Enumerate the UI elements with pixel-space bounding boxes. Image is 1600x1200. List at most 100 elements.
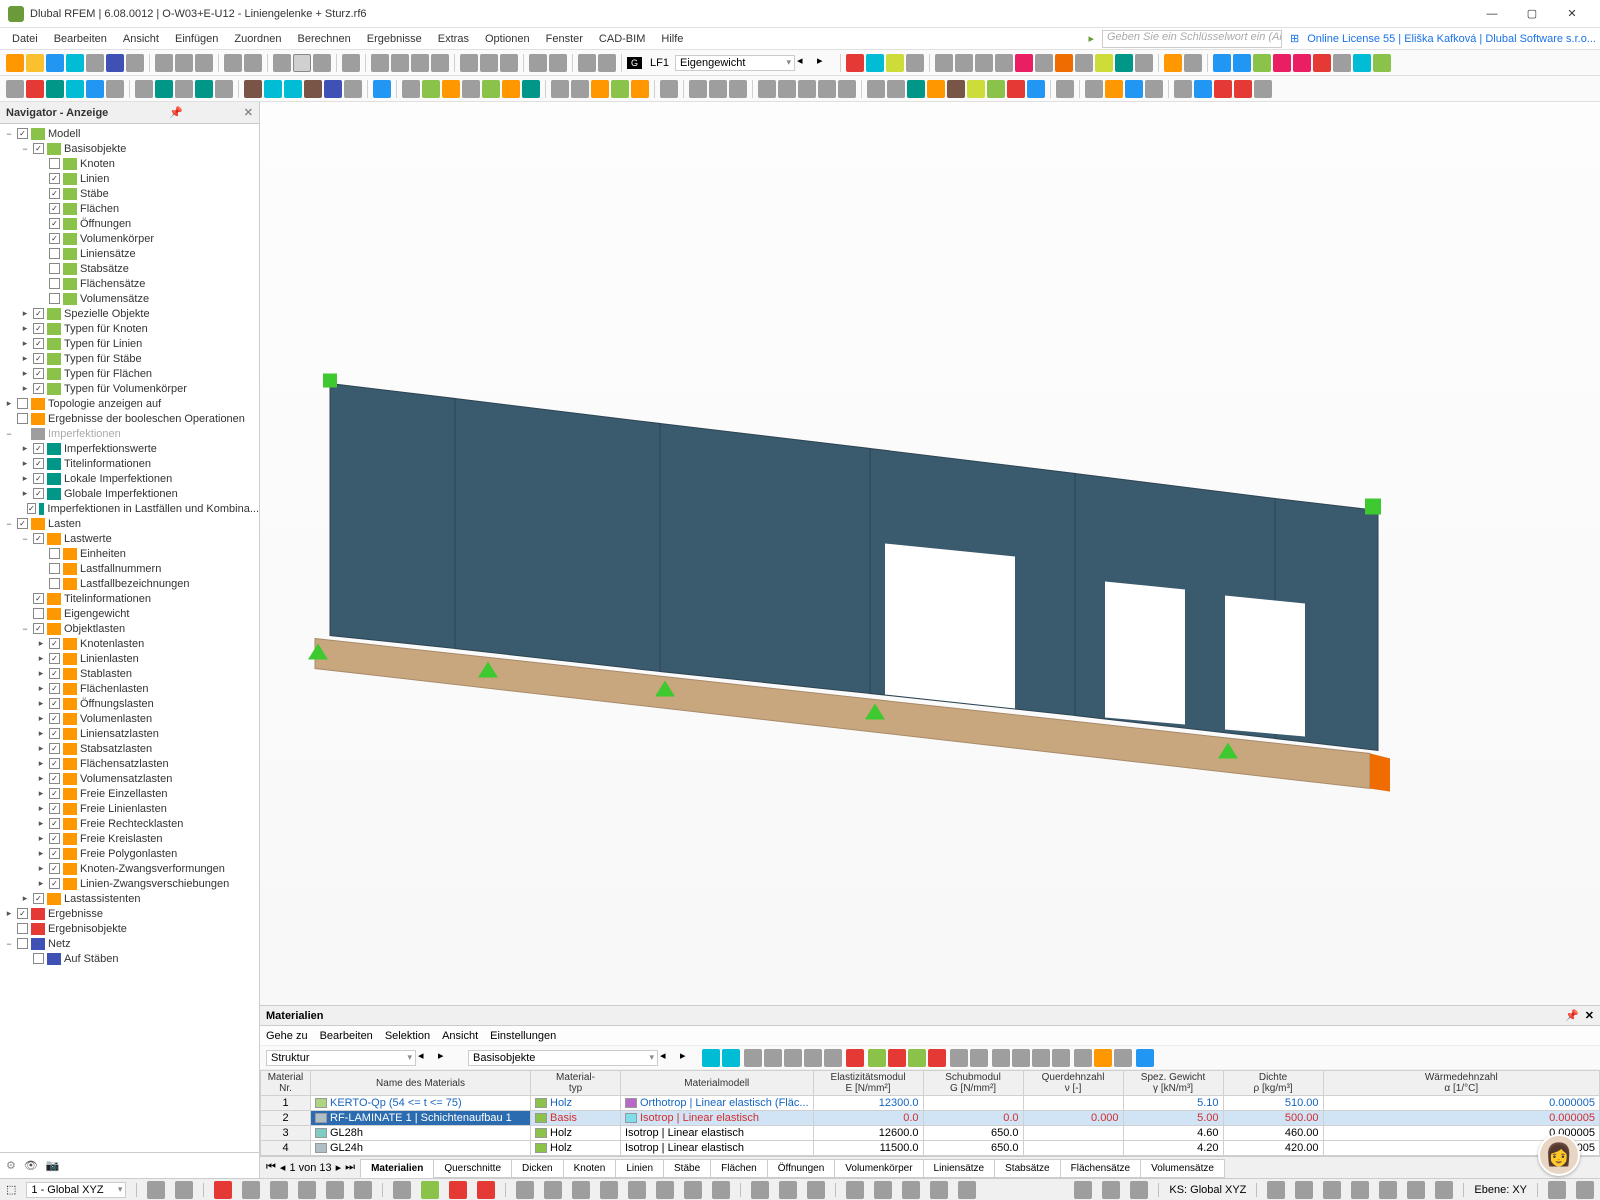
tab-öffnungen[interactable]: Öffnungen bbox=[767, 1159, 836, 1178]
expand-icon[interactable]: ▸ bbox=[20, 473, 30, 484]
t24-icon[interactable] bbox=[1213, 54, 1231, 72]
tree-item[interactable]: ▸ Flächenlasten bbox=[0, 681, 259, 696]
print-icon[interactable] bbox=[126, 54, 144, 72]
navigator-tree[interactable]: − Modell − Basisobjekte Knoten Linien St… bbox=[0, 124, 259, 1152]
s8-icon[interactable] bbox=[155, 80, 173, 98]
s55-icon[interactable] bbox=[1194, 80, 1212, 98]
sb2-icon[interactable] bbox=[175, 1181, 193, 1199]
tab-knoten[interactable]: Knoten bbox=[563, 1159, 617, 1178]
s27-icon[interactable] bbox=[571, 80, 589, 98]
sb15-icon[interactable] bbox=[572, 1181, 590, 1199]
s44-icon[interactable] bbox=[947, 80, 965, 98]
fit-icon[interactable] bbox=[529, 54, 547, 72]
tree-checkbox[interactable] bbox=[49, 668, 60, 679]
sb8-icon[interactable] bbox=[354, 1181, 372, 1199]
material-row[interactable]: 4 GL24h Holz Isotrop | Linear elastisch … bbox=[261, 1141, 1600, 1156]
menu-extras[interactable]: Extras bbox=[430, 33, 477, 45]
panel-close-icon[interactable]: ✕ bbox=[244, 106, 253, 119]
baseobjects-combo[interactable]: Basisobjekte bbox=[468, 1050, 658, 1066]
tree-item[interactable]: ▸ Spezielle Objekte bbox=[0, 306, 259, 321]
render1-icon[interactable] bbox=[460, 54, 478, 72]
fx2-icon[interactable] bbox=[1012, 1049, 1030, 1067]
menu-optionen[interactable]: Optionen bbox=[477, 33, 538, 45]
zoom-icon[interactable] bbox=[549, 54, 567, 72]
s12-icon[interactable] bbox=[244, 80, 262, 98]
sb28-icon[interactable] bbox=[958, 1181, 976, 1199]
mt4-icon[interactable] bbox=[764, 1049, 782, 1067]
axis-icon[interactable] bbox=[342, 54, 360, 72]
tab-flächensätze[interactable]: Flächensätze bbox=[1060, 1159, 1141, 1178]
doc-icon[interactable] bbox=[195, 54, 213, 72]
cs-combo[interactable]: 1 - Global XYZ bbox=[26, 1182, 126, 1198]
mat-close-icon[interactable]: ✕ bbox=[1585, 1009, 1594, 1022]
sb1-icon[interactable] bbox=[147, 1181, 165, 1199]
sb33-icon[interactable] bbox=[1267, 1181, 1285, 1199]
s3-icon[interactable] bbox=[46, 80, 64, 98]
menu-hilfe[interactable]: Hilfe bbox=[653, 33, 691, 45]
tree-item[interactable]: ▸ Typen für Knoten bbox=[0, 321, 259, 336]
nav-prev-icon[interactable]: ◂ bbox=[418, 1049, 436, 1067]
tree-checkbox[interactable] bbox=[49, 563, 60, 574]
delete-icon[interactable] bbox=[846, 1049, 864, 1067]
expand-icon[interactable]: ▸ bbox=[20, 308, 30, 319]
sb24-icon[interactable] bbox=[846, 1181, 864, 1199]
next-icon[interactable]: ▸ bbox=[336, 1161, 342, 1174]
export-icon[interactable] bbox=[928, 1049, 946, 1067]
t28-icon[interactable] bbox=[1293, 54, 1311, 72]
tree-checkbox[interactable] bbox=[49, 698, 60, 709]
expand-icon[interactable]: ▸ bbox=[4, 398, 14, 409]
prev-icon[interactable]: ◂ bbox=[280, 1161, 286, 1174]
sb14-icon[interactable] bbox=[544, 1181, 562, 1199]
tree-item[interactable]: ▸ Freie Linienlasten bbox=[0, 801, 259, 816]
sb31-icon[interactable] bbox=[1102, 1181, 1120, 1199]
s31-icon[interactable] bbox=[660, 80, 678, 98]
tree-item[interactable]: ▸ Freie Rechtecklasten bbox=[0, 816, 259, 831]
s30-icon[interactable] bbox=[631, 80, 649, 98]
fx-icon[interactable] bbox=[992, 1049, 1010, 1067]
tree-item[interactable]: Eigengewicht bbox=[0, 606, 259, 621]
tree-item[interactable]: Einheiten bbox=[0, 546, 259, 561]
s15-icon[interactable] bbox=[304, 80, 322, 98]
t21-icon[interactable] bbox=[1135, 54, 1153, 72]
s22-icon[interactable] bbox=[462, 80, 480, 98]
mt10-icon[interactable] bbox=[1074, 1049, 1092, 1067]
tree-item[interactable]: ▸ Stabsatzlasten bbox=[0, 741, 259, 756]
expand-icon[interactable]: ▸ bbox=[36, 638, 46, 649]
lf-next-icon[interactable]: ▸ bbox=[817, 54, 835, 72]
tree-item[interactable]: ▸ Liniensatzlasten bbox=[0, 726, 259, 741]
tree-item[interactable]: ▸ Ergebnisse bbox=[0, 906, 259, 921]
tree-item[interactable]: ▸ Globale Imperfektionen bbox=[0, 486, 259, 501]
expand-icon[interactable]: ▸ bbox=[36, 833, 46, 844]
tree-checkbox[interactable] bbox=[33, 458, 44, 469]
tree-checkbox[interactable] bbox=[33, 383, 44, 394]
s1-icon[interactable] bbox=[6, 80, 24, 98]
tree-item[interactable]: Ergebnisse der booleschen Operationen bbox=[0, 411, 259, 426]
tab-volumensätze[interactable]: Volumensätze bbox=[1140, 1159, 1225, 1178]
sb17-icon[interactable] bbox=[628, 1181, 646, 1199]
s54-icon[interactable] bbox=[1174, 80, 1192, 98]
tree-checkbox[interactable] bbox=[17, 413, 28, 424]
expand-icon[interactable]: ▸ bbox=[36, 878, 46, 889]
t12-icon[interactable] bbox=[955, 54, 973, 72]
tree-checkbox[interactable] bbox=[49, 233, 60, 244]
t22-icon[interactable] bbox=[1164, 54, 1182, 72]
paste-icon[interactable] bbox=[175, 54, 193, 72]
tree-checkbox[interactable] bbox=[49, 638, 60, 649]
tree-checkbox[interactable] bbox=[33, 488, 44, 499]
menu-berechnen[interactable]: Berechnen bbox=[290, 33, 359, 45]
s38-icon[interactable] bbox=[818, 80, 836, 98]
mt8-icon[interactable] bbox=[950, 1049, 968, 1067]
expand-icon[interactable]: ▸ bbox=[36, 743, 46, 754]
s14-icon[interactable] bbox=[284, 80, 302, 98]
tree-item[interactable]: ▸ Linienlasten bbox=[0, 651, 259, 666]
sb37-icon[interactable] bbox=[1379, 1181, 1397, 1199]
t11-icon[interactable] bbox=[935, 54, 953, 72]
menu-ansicht[interactable]: Ansicht bbox=[115, 33, 167, 45]
s53-icon[interactable] bbox=[1145, 80, 1163, 98]
s45-icon[interactable] bbox=[967, 80, 985, 98]
tree-item[interactable]: ▸ Typen für Stäbe bbox=[0, 351, 259, 366]
nav-camera-icon[interactable]: 📷 bbox=[46, 1159, 60, 1172]
mat-pin-icon[interactable]: 📌 bbox=[1565, 1009, 1579, 1022]
mat-menu-einstellungen[interactable]: Einstellungen bbox=[490, 1030, 556, 1042]
maximize-button[interactable]: ▢ bbox=[1512, 0, 1552, 28]
